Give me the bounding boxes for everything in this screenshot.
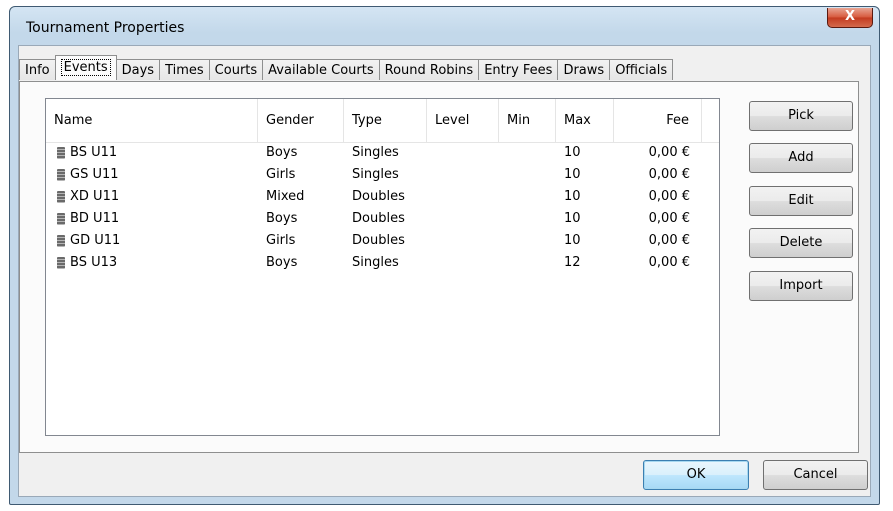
table-row[interactable]: XD U11 Mixed Doubles 10 0,00 € (46, 186, 719, 208)
table-row[interactable]: BS U11 Boys Singles 10 0,00 € (46, 142, 719, 164)
cell-fee: 0,00 € (648, 167, 690, 182)
table-row[interactable]: BS U13 Boys Singles 12 0,00 € (46, 252, 719, 274)
pick-button[interactable]: Pick (749, 101, 853, 131)
cell-max: 10 (564, 211, 581, 226)
column-header-fee[interactable]: Fee (614, 99, 702, 142)
tab-strip: Info Events Days Times Courts Available … (19, 55, 674, 80)
column-header-level[interactable]: Level (427, 99, 499, 142)
cell-type: Doubles (352, 211, 405, 226)
cell-max: 10 (564, 233, 581, 248)
column-header-label: Max (564, 113, 591, 128)
events-list[interactable]: Name Gender Type Level Min Max Fee BS U1… (45, 98, 720, 436)
tab-label: Draws (563, 63, 605, 78)
column-header-type[interactable]: Type (344, 99, 427, 142)
close-button[interactable]: X (827, 8, 873, 28)
cancel-button[interactable]: Cancel (763, 460, 868, 490)
cell-type: Singles (352, 167, 399, 182)
cell-name: BS U13 (70, 255, 118, 270)
tab-entry-fees[interactable]: Entry Fees (478, 59, 559, 80)
cell-name: BS U11 (70, 145, 118, 160)
window-title: Tournament Properties (26, 20, 185, 36)
cell-fee: 0,00 € (648, 233, 690, 248)
cell-max: 10 (564, 167, 581, 182)
import-button[interactable]: Import (749, 271, 853, 301)
cell-fee: 0,00 € (648, 211, 690, 226)
column-header-label: Min (507, 113, 531, 128)
cell-gender: Boys (266, 255, 298, 270)
event-icon (57, 147, 65, 159)
cell-fee: 0,00 € (648, 189, 690, 204)
table-row[interactable]: GD U11 Girls Doubles 10 0,00 € (46, 230, 719, 252)
cell-fee: 0,00 € (648, 145, 690, 160)
cell-gender: Mixed (266, 189, 305, 204)
list-header: Name Gender Type Level Min Max Fee (46, 99, 719, 143)
tab-available-courts[interactable]: Available Courts (262, 59, 380, 80)
tab-events[interactable]: Events (54, 55, 117, 80)
cell-gender: Girls (266, 167, 296, 182)
tab-label: Info (25, 63, 50, 78)
tab-round-robins[interactable]: Round Robins (378, 59, 480, 80)
cell-max: 12 (564, 255, 581, 270)
cell-type: Singles (352, 255, 399, 270)
cell-max: 10 (564, 145, 581, 160)
tab-info[interactable]: Info (19, 59, 56, 80)
event-icon (57, 235, 65, 247)
cell-type: Singles (352, 145, 399, 160)
cell-name: GD U11 (70, 233, 121, 248)
edit-button[interactable]: Edit (749, 186, 853, 216)
column-header-label: Name (54, 113, 93, 128)
tab-draws[interactable]: Draws (557, 59, 611, 80)
column-header-min[interactable]: Min (499, 99, 556, 142)
cell-gender: Boys (266, 145, 298, 160)
tab-label: Round Robins (384, 63, 474, 78)
cell-type: Doubles (352, 233, 405, 248)
table-row[interactable]: BD U11 Boys Doubles 10 0,00 € (46, 208, 719, 230)
column-header-name[interactable]: Name (46, 99, 258, 142)
column-header-gender[interactable]: Gender (258, 99, 344, 142)
cell-name: GS U11 (70, 167, 119, 182)
tab-courts[interactable]: Courts (208, 59, 264, 80)
tab-officials[interactable]: Officials (609, 59, 674, 80)
cell-max: 10 (564, 189, 581, 204)
event-icon (57, 191, 65, 203)
add-button[interactable]: Add (749, 143, 853, 173)
column-header-max[interactable]: Max (556, 99, 614, 142)
column-header-label: Fee (666, 113, 689, 128)
cell-fee: 0,00 € (648, 255, 690, 270)
column-header-label: Gender (266, 113, 314, 128)
event-icon (57, 169, 65, 181)
title-bar[interactable]: Tournament Properties X (10, 7, 879, 45)
close-icon: X (844, 9, 856, 24)
tab-label: Officials (615, 63, 668, 78)
tab-label: Courts (214, 63, 258, 78)
cell-name: XD U11 (70, 189, 120, 204)
tab-label: Entry Fees (484, 63, 553, 78)
tab-label: Times (165, 63, 204, 78)
tab-label: Available Courts (268, 63, 374, 78)
delete-button[interactable]: Delete (749, 228, 853, 258)
column-header-label: Type (352, 113, 382, 128)
tab-label: Events (60, 59, 111, 76)
tab-days[interactable]: Days (115, 59, 161, 80)
cell-gender: Girls (266, 233, 296, 248)
cell-type: Doubles (352, 189, 405, 204)
table-row[interactable]: GS U11 Girls Singles 10 0,00 € (46, 164, 719, 186)
event-icon (57, 257, 65, 269)
column-header-label: Level (435, 113, 470, 128)
cell-name: BD U11 (70, 211, 120, 226)
tab-times[interactable]: Times (159, 59, 210, 80)
event-icon (57, 213, 65, 225)
cell-gender: Boys (266, 211, 298, 226)
tab-label: Days (121, 63, 155, 78)
ok-button[interactable]: OK (643, 460, 749, 490)
